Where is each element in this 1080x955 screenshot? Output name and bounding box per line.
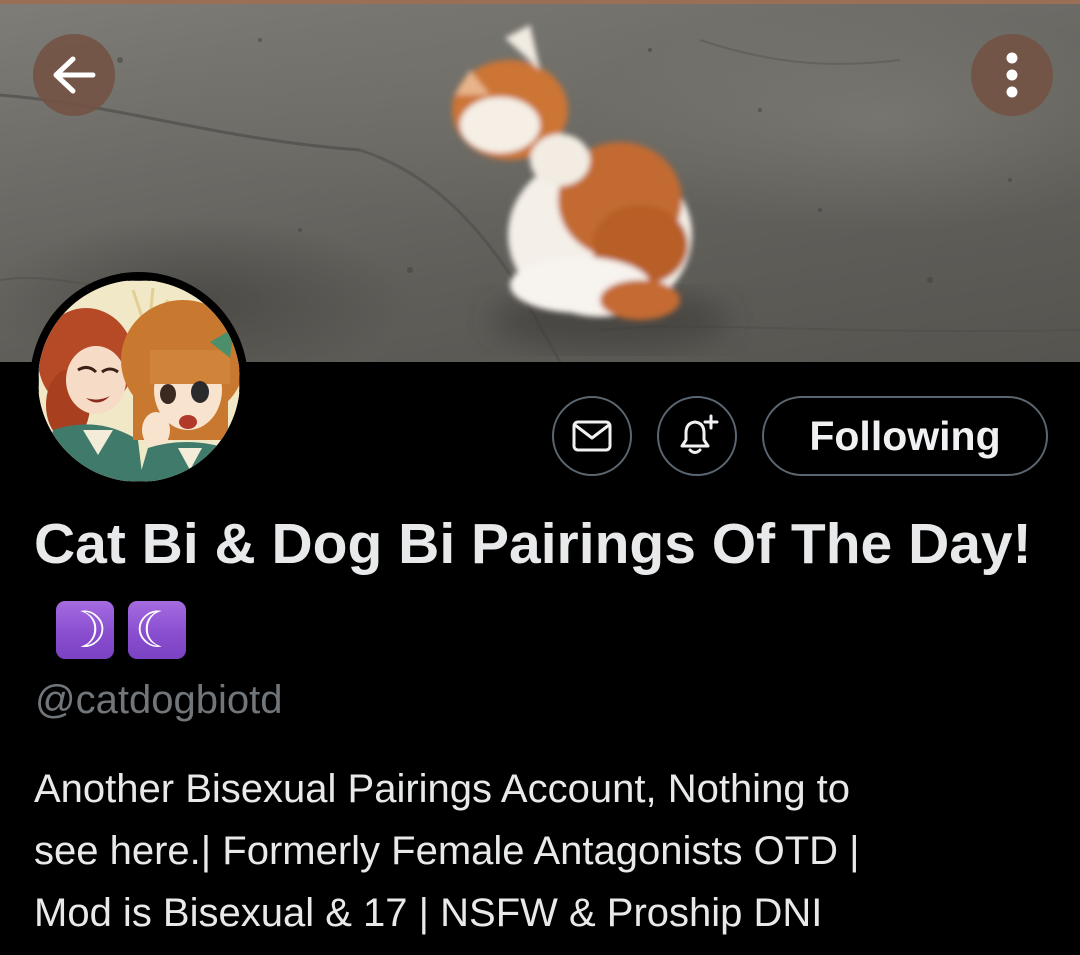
message-button[interactable]: [552, 396, 632, 476]
profile-screen: Following Cat Bi & Dog Bi Pairings Of Th…: [0, 0, 1080, 955]
more-options-button[interactable]: [971, 34, 1053, 116]
avatar-image: [38, 280, 240, 482]
following-button[interactable]: Following: [762, 396, 1048, 476]
display-name-text: Cat Bi & Dog Bi Pairings Of The Day!: [34, 512, 1032, 576]
arrow-left-icon: [53, 56, 96, 94]
avatar-illustration: [38, 280, 240, 482]
notifications-button[interactable]: [657, 396, 737, 476]
bio-line: Another Bisexual Pairings Account, Nothi…: [34, 767, 851, 811]
more-vertical-icon: [1006, 52, 1018, 98]
display-name: Cat Bi & Dog Bi Pairings Of The Day! ☽ ☾: [34, 505, 1044, 661]
first-quarter-moon-emoji: ☽: [56, 601, 114, 659]
last-quarter-moon-emoji: ☾: [128, 601, 186, 659]
mail-icon: [572, 420, 612, 452]
bell-plus-icon: [680, 414, 719, 454]
profile-handle: @catdogbiotd: [35, 678, 283, 722]
banner-top-edge: [0, 0, 1080, 4]
bio-line: Mod is Bisexual & 17 | NSFW & Proship DN…: [34, 891, 823, 935]
profile-bio: Another Bisexual Pairings Account, Nothi…: [34, 758, 1054, 944]
avatar[interactable]: [30, 272, 248, 490]
back-button[interactable]: [33, 34, 115, 116]
bio-line: see here.| Formerly Female Antagonists O…: [34, 829, 860, 873]
